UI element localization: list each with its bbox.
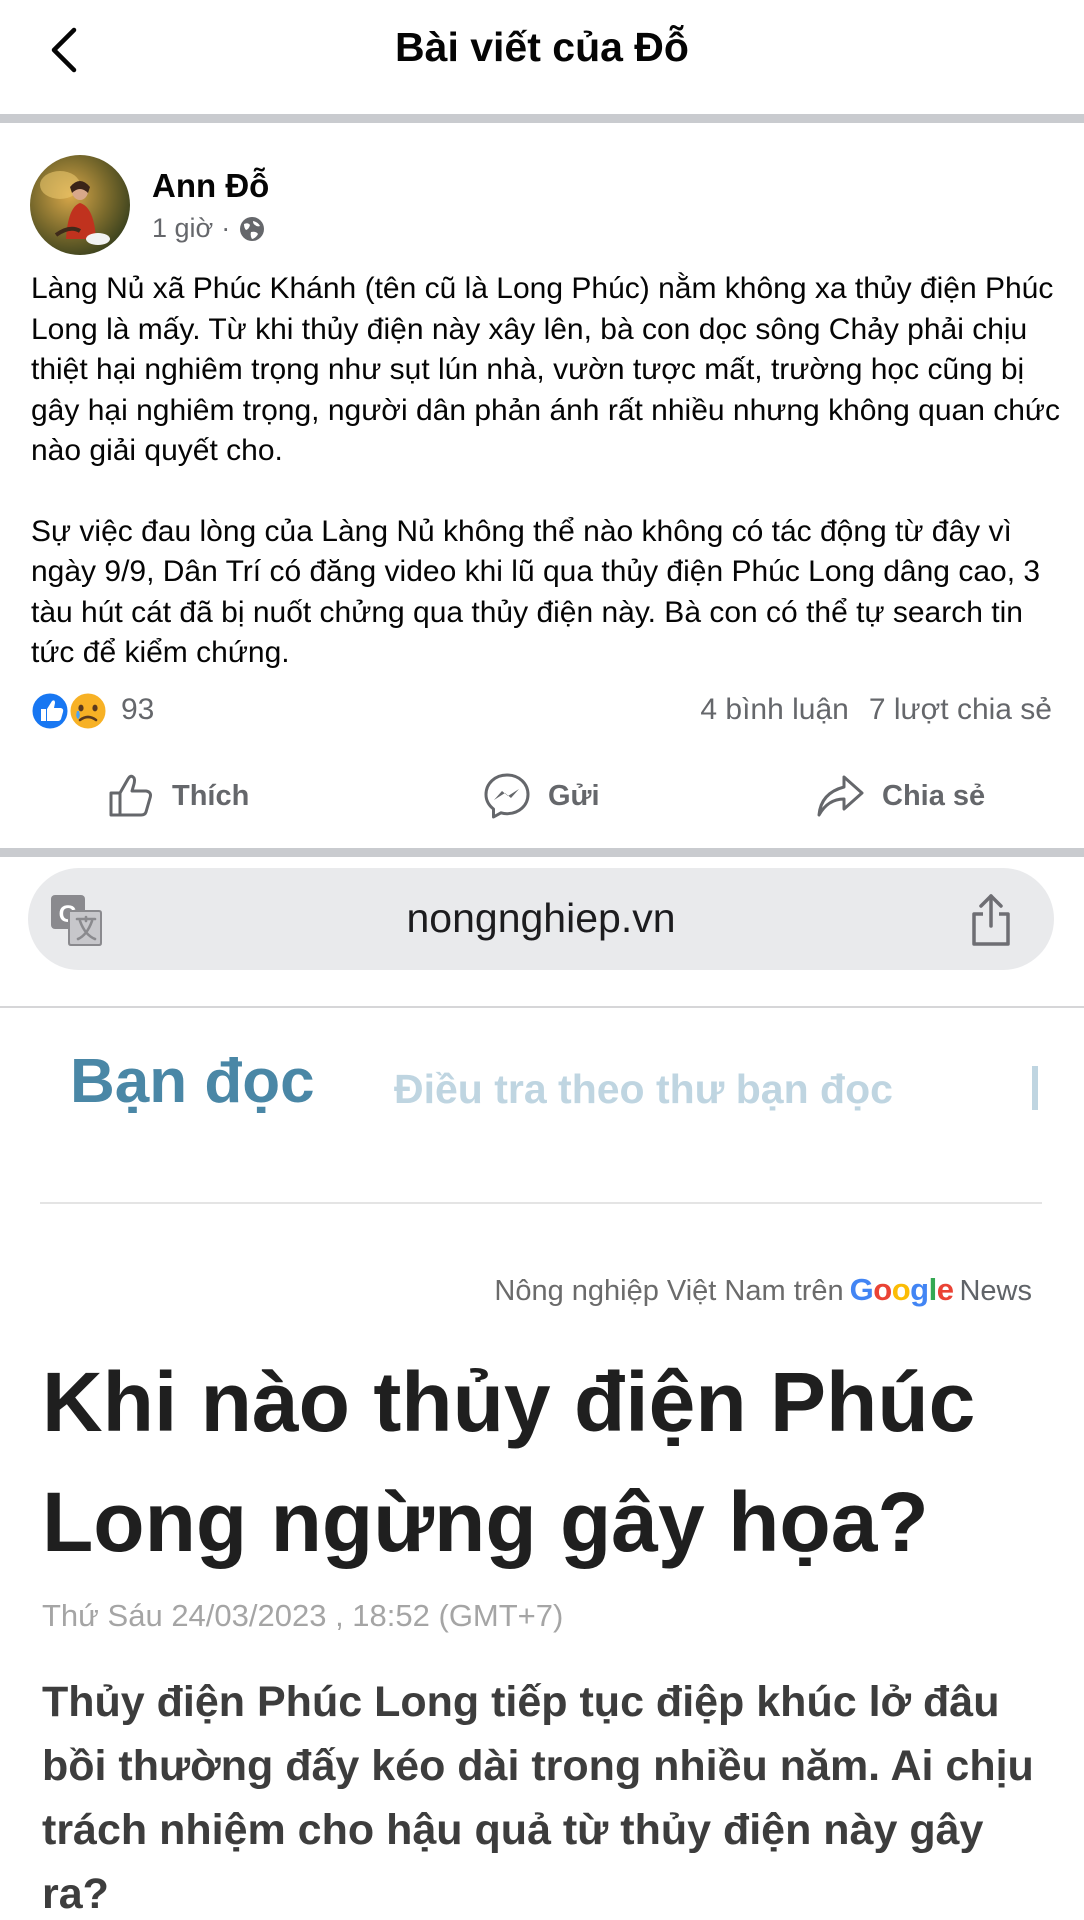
share-arrow-icon [817,775,864,817]
comment-count[interactable]: 4 bình luận [700,693,848,727]
like-button[interactable]: Thích [106,762,249,830]
share-icon[interactable] [966,892,1016,948]
browser-separator [0,1006,1084,1008]
share-label: Chia sẻ [882,779,986,812]
post-header: Ann Đỗ 1 giờ · [30,155,1050,255]
meta-separator: · [221,213,231,243]
send-button[interactable]: Gửi [482,762,600,830]
next-category-cutoff [1032,1066,1038,1110]
header-divider [0,114,1084,123]
share-button[interactable]: Chia sẻ [814,762,985,830]
post-divider [0,848,1084,857]
avatar[interactable] [30,155,130,255]
article-divider [40,1202,1042,1204]
article-date: Thứ Sáu 24/03/2023 , 18:52 (GMT+7) [42,1598,564,1633]
category-title[interactable]: Bạn đọc [70,1046,315,1117]
reactions-row: 93 4 bình luận 7 lượt chia sẻ [28,688,1052,734]
send-label: Gửi [548,779,600,812]
like-label: Thích [172,779,250,812]
globe-icon [240,216,265,241]
post-paragraph: Sự việc đau lòng của Làng Nủ không thể n… [31,514,1041,670]
google-news-link[interactable]: Nông nghiệp Việt Nam trên Google News [494,1272,1032,1308]
post-body: Làng Nủ xã Phúc Khánh (tên cũ là Long Ph… [31,269,1061,714]
page-title: Bài viết của Đỗ [395,24,689,70]
article-headline: Khi nào thủy điện Phúc Long ngừng gây họ… [42,1355,976,1569]
google-logo: Google [849,1272,954,1307]
sad-reaction-icon [67,690,109,732]
author-name[interactable]: Ann Đỗ [152,167,269,205]
post-stats: 4 bình luận 7 lượt chia sẻ [700,693,1052,727]
post-meta: 1 giờ · [152,213,266,244]
url-text[interactable]: nongnghiep.vn [28,895,1054,942]
like-reaction-icon [29,690,71,732]
post-time[interactable]: 1 giờ [152,213,213,244]
subcategory-link[interactable]: Điều tra theo thư bạn đọc [394,1066,893,1113]
post-action-bar: Thích Gửi Chia sẻ [0,762,1084,830]
gnews-prefix: Nông nghiệp Việt Nam trên [494,1275,844,1307]
gnews-news: News [959,1275,1032,1307]
screen: Bài viết của Đỗ Ann Đỗ 1 giờ · Làng Nủ x… [0,0,1084,1920]
article-sapo: Thủy điện Phúc Long tiếp tục điệp khúc l… [42,1678,1034,1918]
reaction-count[interactable]: 93 [121,693,154,727]
thumbs-up-icon [109,774,152,817]
messenger-icon [484,773,530,819]
reaction-icons[interactable] [28,689,118,733]
browser-url-bar[interactable]: G nongnghiep.vn [28,868,1054,970]
app-header: Bài viết của Đỗ [0,0,1084,112]
share-count[interactable]: 7 lượt chia sẻ [869,693,1052,727]
post-paragraph: Làng Nủ xã Phúc Khánh (tên cũ là Long Ph… [31,272,1060,467]
